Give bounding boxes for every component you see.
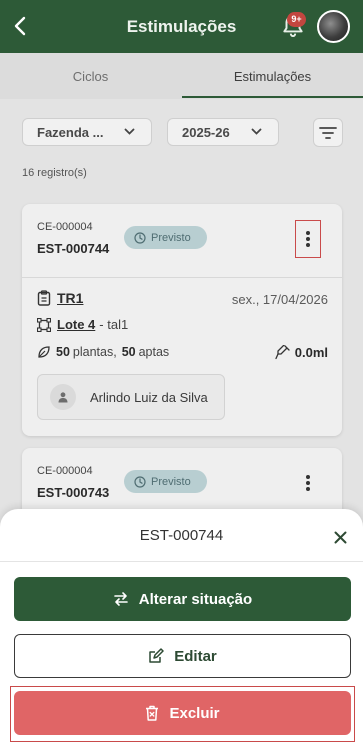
person-name: Arlindo Luiz da Silva (90, 389, 208, 405)
responsible-chip[interactable]: Arlindo Luiz da Silva (37, 374, 225, 420)
clock-icon (134, 475, 146, 488)
divider (0, 561, 363, 562)
volume-value: 0.0ml (294, 345, 328, 360)
person-icon (50, 384, 76, 410)
edit-icon (149, 648, 164, 663)
actions-bottom-sheet: EST-000744 Alterar situação Editar Exclu… (0, 509, 363, 750)
change-status-button[interactable]: Alterar situação (14, 577, 351, 621)
trash-icon (146, 705, 159, 721)
close-icon (334, 531, 346, 543)
edit-label: Editar (174, 647, 217, 665)
status-badge: Previsto (124, 226, 207, 249)
plantas-label: plantas, (72, 345, 117, 359)
edit-button[interactable]: Editar (14, 634, 351, 678)
fazenda-select[interactable]: Fazenda ... (22, 118, 152, 146)
year-select-value: 2025-26 (182, 124, 230, 140)
crop-area-icon (37, 317, 51, 332)
aptas-count: 50 (121, 345, 136, 359)
more-vertical-icon (306, 231, 310, 247)
leaf-icon (38, 346, 50, 358)
lote-link[interactable]: Lote 4 (57, 317, 95, 332)
clipboard-icon (37, 290, 51, 306)
year-select[interactable]: 2025-26 (167, 118, 279, 146)
record-count: 16 registro(s) (22, 167, 87, 179)
delete-button[interactable]: Excluir (14, 691, 351, 735)
fazenda-select-value: Fazenda ... (37, 124, 104, 140)
filter-lines-icon (319, 126, 337, 139)
tab-estimulacoes[interactable]: Estimulações (182, 53, 363, 99)
tr-row: TR1 (37, 290, 83, 306)
plants-row: 50 plantas, 50 aptas (37, 345, 169, 359)
chevron-down-icon (251, 128, 262, 135)
aptas-label: aptas (138, 345, 170, 359)
estimulacao-card[interactable]: CE-000004 EST-000744 Previsto TR1 sex., … (22, 204, 342, 436)
status-label: Previsto (151, 231, 191, 244)
user-avatar[interactable] (317, 10, 350, 43)
divider (22, 277, 342, 278)
syringe-icon (275, 345, 290, 360)
lote-suffix: - tal1 (99, 317, 129, 332)
volume-row: 0.0ml (275, 345, 328, 360)
tab-bar: Ciclos Estimulações (0, 53, 363, 99)
filter-button[interactable] (313, 118, 343, 147)
more-options-button[interactable] (295, 220, 321, 258)
chevron-down-icon (124, 128, 135, 135)
card-ce-code: CE-000004 (37, 221, 93, 233)
plantas-count: 50 (56, 345, 70, 359)
notification-badge: 9+ (287, 12, 306, 27)
active-tab-indicator (182, 96, 363, 98)
sheet-title: EST-000744 (139, 527, 224, 544)
tab-ciclos[interactable]: Ciclos (0, 53, 181, 99)
card-est-code: EST-000744 (37, 241, 110, 256)
card-date: sex., 17/04/2026 (231, 292, 328, 307)
card-ce-code: CE-000004 (37, 465, 93, 477)
page-title: Estimulações (126, 17, 237, 36)
clock-icon (134, 231, 146, 244)
app-header: Estimulações 9+ (0, 0, 363, 53)
more-options-button[interactable] (295, 464, 321, 502)
swap-arrows-icon (113, 592, 128, 606)
more-vertical-icon (306, 475, 310, 491)
close-button[interactable] (328, 525, 352, 549)
lote-row: Lote 4 - tal1 (37, 317, 128, 332)
delete-label: Excluir (169, 704, 220, 722)
status-badge: Previsto (124, 470, 207, 493)
card-est-code: EST-000743 (37, 485, 110, 500)
tr-link[interactable]: TR1 (57, 290, 83, 306)
change-status-label: Alterar situação (138, 590, 253, 608)
status-label: Previsto (151, 475, 191, 488)
